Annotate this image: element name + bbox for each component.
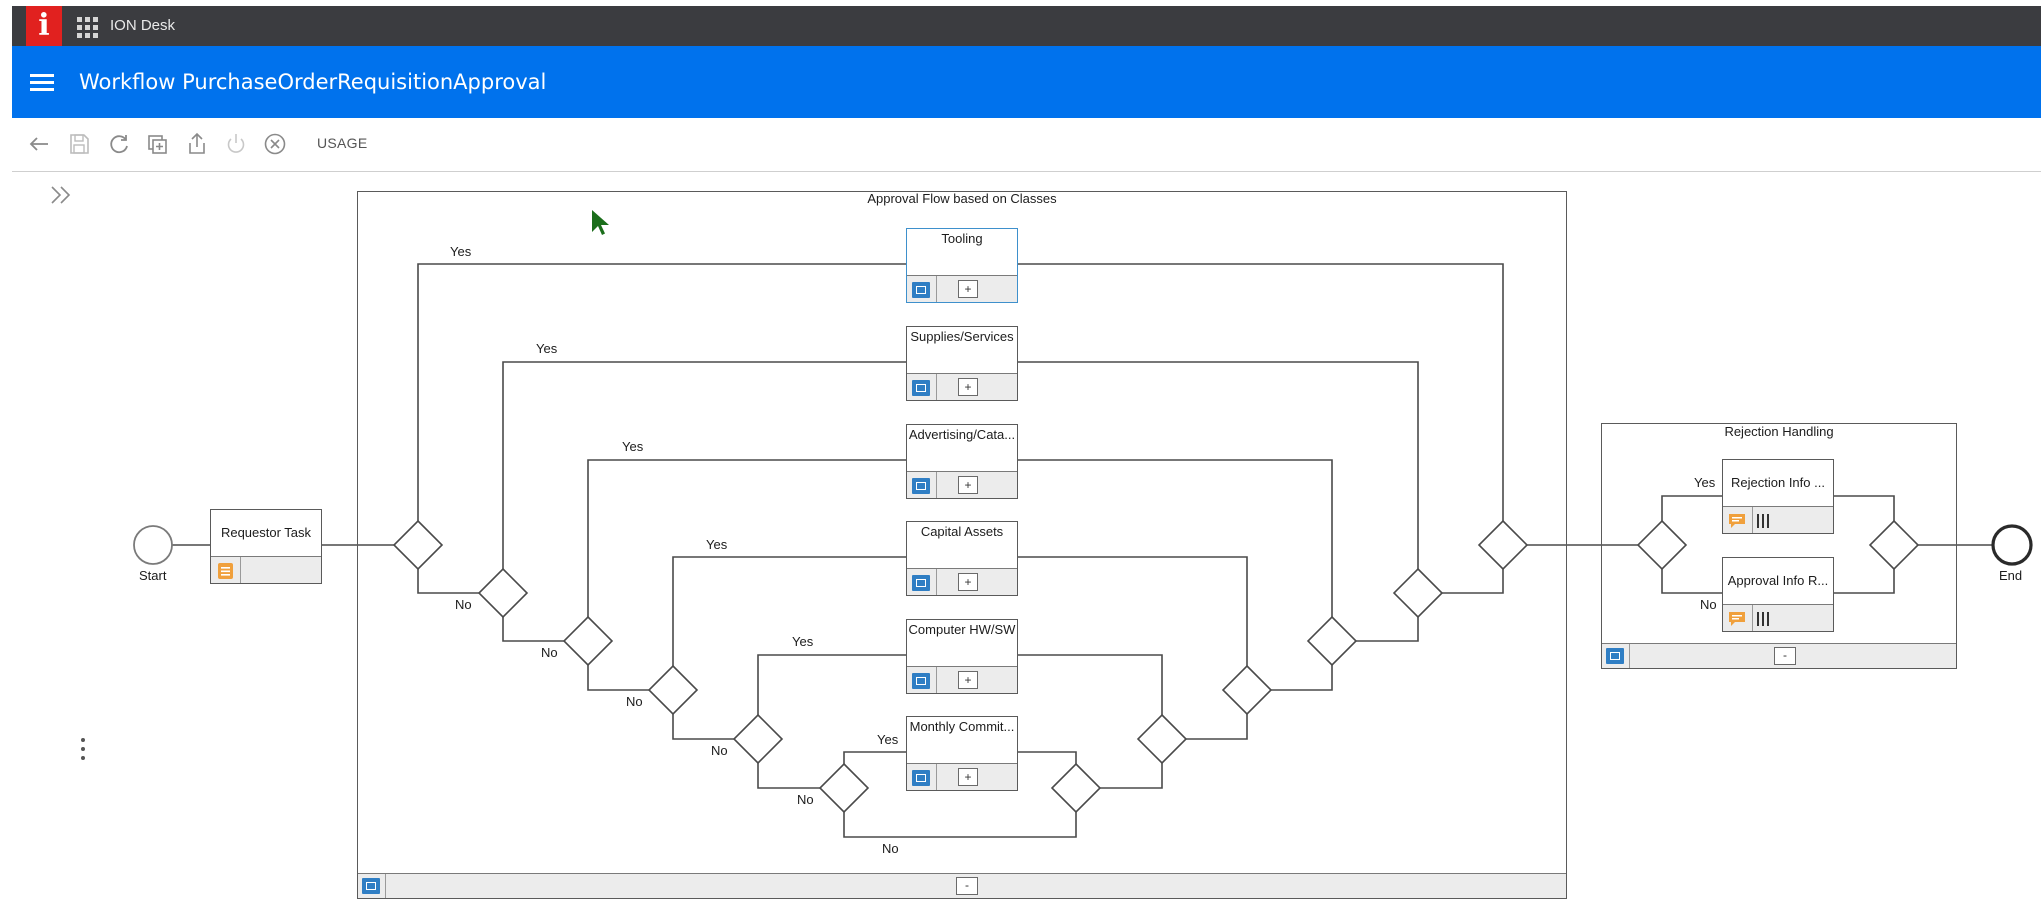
duplicate-icon[interactable] (143, 129, 173, 159)
no-label: No (455, 597, 472, 612)
task-footer (1723, 604, 1833, 631)
expand-button[interactable]: + (958, 378, 978, 396)
refresh-icon[interactable] (104, 129, 134, 159)
form-icon[interactable] (217, 562, 234, 580)
task-name: Computer HW/SW (908, 622, 1016, 637)
task-name: Capital Assets (920, 524, 1004, 539)
app-launcher-icon[interactable] (74, 14, 98, 38)
task-approval-info[interactable]: Approval Info R... (1722, 557, 1834, 632)
no-label: No (541, 645, 558, 660)
container-footer: - (358, 873, 1566, 898)
expand-panel-icon[interactable] (46, 180, 76, 210)
app-name: ION Desk (110, 17, 176, 34)
task-name: Advertising/Cata... (908, 427, 1016, 442)
end-event (1991, 524, 2033, 566)
task-name: Approval Info R... (1727, 573, 1829, 588)
subprocess-icon[interactable] (1606, 648, 1624, 664)
task-name: Requestor Task (220, 525, 312, 540)
expand-button[interactable]: + (958, 280, 978, 298)
parallel-icon (1757, 514, 1769, 528)
ion-desk-app: i ION Desk Workflow PurchaseOrderRequisi… (0, 0, 2041, 900)
task-rejection-info[interactable]: Rejection Info ... (1722, 459, 1834, 534)
mouse-cursor-icon (592, 210, 609, 235)
subprocess-icon[interactable] (912, 478, 930, 494)
task-name: Rejection Info ... (1731, 475, 1825, 490)
power-icon[interactable] (221, 129, 251, 159)
expand-button[interactable]: + (958, 671, 978, 689)
collapse-button[interactable]: - (1774, 647, 1796, 665)
end-label: End (1999, 568, 2023, 583)
page-header: Workflow PurchaseOrderRequisitionApprova… (12, 46, 2041, 118)
task-footer: + (907, 275, 1017, 302)
collapse-button[interactable]: - (956, 877, 978, 895)
task-supplies-services[interactable]: Supplies/Services + (906, 326, 1018, 401)
task-footer (211, 556, 321, 583)
export-icon[interactable] (182, 129, 212, 159)
task-footer (1723, 506, 1833, 533)
notification-icon[interactable] (1728, 610, 1746, 628)
expand-button[interactable]: + (958, 768, 978, 786)
infor-logo[interactable]: i (26, 6, 62, 46)
no-label: No (626, 694, 643, 709)
task-tooling[interactable]: Tooling + (906, 228, 1018, 303)
task-advertising[interactable]: Advertising/Cata... + (906, 424, 1018, 499)
save-icon[interactable] (64, 129, 94, 159)
task-name: Supplies/Services (910, 329, 1014, 344)
parallel-icon (1757, 612, 1769, 626)
approval-flow-title: Approval Flow based on Classes (867, 191, 1057, 206)
task-capital-assets[interactable]: Capital Assets + (906, 521, 1018, 596)
close-circle-icon[interactable] (260, 129, 290, 159)
subprocess-icon[interactable] (912, 575, 930, 591)
more-options-icon[interactable] (78, 738, 88, 770)
expand-button[interactable]: + (958, 476, 978, 494)
hamburger-menu-icon[interactable] (30, 74, 54, 92)
subprocess-icon[interactable] (912, 770, 930, 786)
container-footer: - (1602, 643, 1956, 668)
yes-label: Yes (536, 341, 558, 356)
task-name: Tooling (941, 231, 983, 246)
brand-glyph: i (38, 8, 50, 43)
expand-button[interactable]: + (958, 573, 978, 591)
subprocess-icon[interactable] (912, 673, 930, 689)
start-event (133, 525, 173, 565)
task-footer: + (907, 763, 1017, 790)
start-label: Start (139, 568, 167, 583)
no-label: No (797, 792, 814, 807)
yes-label: Yes (450, 244, 472, 259)
yes-label: Yes (706, 537, 728, 552)
yes-label: Yes (877, 732, 899, 747)
page-title: Workflow PurchaseOrderRequisitionApprova… (79, 70, 547, 94)
requestor-task[interactable]: Requestor Task (210, 509, 322, 584)
task-computer-hw-sw[interactable]: Computer HW/SW + (906, 619, 1018, 694)
task-footer: + (907, 568, 1017, 595)
subprocess-icon[interactable] (912, 282, 930, 298)
no-label: No (711, 743, 728, 758)
task-footer: + (907, 471, 1017, 498)
task-footer: + (907, 373, 1017, 400)
top-bar: i ION Desk (12, 6, 2041, 46)
rejection-handling-title: Rejection Handling (1724, 424, 1834, 439)
workflow-toolbar: USAGE (12, 118, 2041, 172)
usage-button[interactable]: USAGE (317, 135, 368, 151)
subprocess-icon[interactable] (362, 878, 380, 894)
yes-label: Yes (622, 439, 644, 454)
no-label: No (882, 841, 899, 856)
task-monthly-commit[interactable]: Monthly Commit... + (906, 716, 1018, 791)
task-footer: + (907, 666, 1017, 693)
notification-icon[interactable] (1728, 512, 1746, 530)
back-arrow-icon[interactable] (24, 129, 54, 159)
task-name: Monthly Commit... (909, 719, 1015, 734)
yes-label: Yes (792, 634, 814, 649)
subprocess-icon[interactable] (912, 380, 930, 396)
no-label: No (1700, 597, 1717, 612)
yes-label: Yes (1694, 475, 1716, 490)
